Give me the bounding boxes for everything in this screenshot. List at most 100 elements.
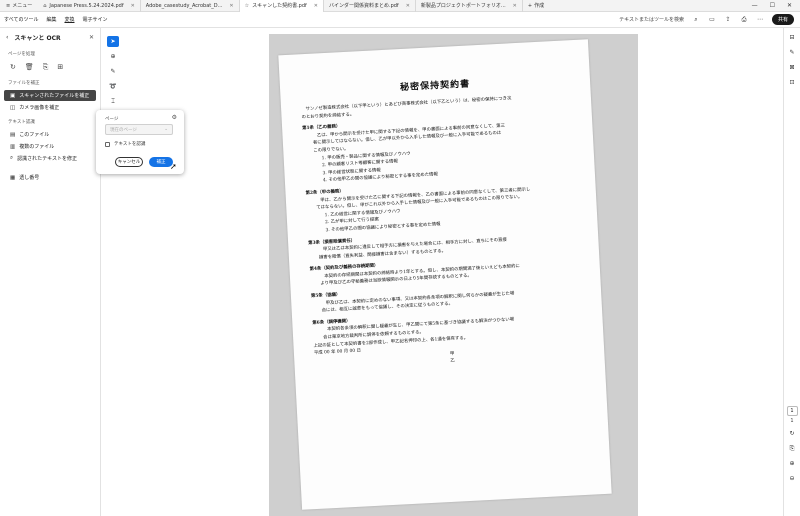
tab-binder[interactable]: バインダー関係資料まとめ.pdf ✕ — [324, 0, 416, 12]
share-button[interactable]: 共有 — [771, 14, 794, 25]
close-icon[interactable]: ✕ — [229, 3, 233, 9]
files-icon: ▥ — [10, 143, 16, 150]
extract-icon[interactable]: ⎘ — [43, 63, 49, 72]
save-icon[interactable]: ⎘ — [786, 443, 798, 454]
search-icon[interactable]: ⌕ — [692, 16, 700, 24]
menu-button[interactable]: ≡ メニュー — [0, 0, 38, 12]
page-background: 秘密保持契約書 サンノゼ製造株式会社（以下甲という）とあどび商事株式会社（以下乙… — [269, 34, 638, 516]
camera-icon: ◫ — [10, 104, 16, 111]
print-icon[interactable]: ⎙ — [740, 16, 748, 24]
chevron-down-icon: ⌄ — [164, 127, 168, 132]
select-pointer-icon[interactable]: ➤ — [107, 36, 119, 47]
fix-recognized-text-item[interactable]: ⌕ 認識されたテキストを修正 — [4, 153, 96, 164]
back-arrow-icon[interactable]: ‹ — [6, 34, 8, 41]
page-select[interactable]: 現在のページ ⌄ — [105, 124, 173, 135]
maximize-icon[interactable]: ☐ — [770, 2, 775, 9]
gear-icon[interactable]: ⚙ — [172, 114, 177, 121]
refresh-icon[interactable]: ↻ — [786, 428, 798, 439]
tab-label: 新製品プロジェクトポートフォリオ... — [420, 3, 506, 9]
panel-toggle-icon[interactable]: ⊟ — [786, 32, 798, 43]
document-canvas[interactable]: 秘密保持契約書 サンノゼ製造株式会社（以下甲という）とあどび商事株式会社（以下乙… — [121, 28, 783, 516]
comment-icon[interactable]: ✎ — [786, 47, 798, 58]
doc-body: サンノゼ製造株式会社（以下甲という）とあどび商事株式会社（以下乙という）は、秘密… — [301, 92, 591, 373]
scanned-paper: 秘密保持契約書 サンノゼ製造株式会社（以下甲という）とあどび商事株式会社（以下乙… — [278, 39, 612, 510]
tab-new-product[interactable]: 新製品プロジェクトポートフォリオ... ✕ — [416, 0, 523, 12]
section-title-page: ページを処理 — [8, 52, 35, 57]
tab-label: Adobe_casestudy_Acrobat_D... — [145, 2, 223, 9]
close-icon[interactable]: ✕ — [89, 34, 94, 41]
scan-icon: ▣ — [10, 92, 16, 99]
item-label: 複数のファイル — [19, 144, 55, 150]
page-select-value: 現在のページ — [110, 128, 137, 133]
document-icon: ▤ — [10, 131, 16, 138]
checkbox-box[interactable] — [105, 141, 110, 147]
bookmark-icon[interactable]: ⊠ — [786, 62, 798, 73]
tab-label: Japanese Press.5.24.2024.pdf — [49, 2, 124, 9]
scan-ocr-panel: ‹ スキャンと OCR ✕ ページを処理 ↻ 🗑 ⎘ ⊞ ファイルを補正 ▣ ス… — [0, 28, 101, 516]
menu-label: メニュー — [12, 3, 33, 9]
page-number-input[interactable]: 1 — [786, 406, 798, 416]
menu-right-group: テキストまたはツールを検索 ⌕ ▭ ⇪ ⎙ ⋯ 共有 — [619, 14, 800, 25]
zoom-out-icon[interactable]: ⊖ — [786, 473, 798, 484]
close-icon[interactable]: ✕ — [131, 3, 135, 9]
rotate-icon[interactable]: ↻ — [10, 63, 16, 72]
section-title-text: テキスト認識 — [8, 120, 35, 125]
watermark-item[interactable]: ▦ 透し番号 — [4, 172, 96, 183]
close-icon[interactable]: ✕ — [314, 3, 318, 9]
create-tab-button[interactable]: + 作成 — [523, 2, 549, 10]
page-total: 1 — [790, 418, 794, 424]
layers-icon[interactable]: ⊡ — [786, 77, 798, 88]
window-controls: — ☐ ✕ — [752, 2, 800, 9]
tab-bar: ≡ メニュー ⌂ Japanese Press.5.24.2024.pdf ✕ … — [0, 0, 800, 12]
tab-scanned-contract[interactable]: ☆ スキャンした契約書.pdf ✕ — [239, 0, 324, 12]
recognize-text-checkbox[interactable]: テキストを認識 — [105, 141, 145, 147]
tab-label: スキャンした契約書.pdf — [252, 3, 307, 9]
panel-header: ‹ スキャンと OCR ✕ — [0, 28, 100, 46]
close-icon[interactable]: ✕ — [406, 3, 410, 9]
text-search-icon: ⌕ — [10, 155, 14, 161]
house-icon: ⌂ — [43, 2, 47, 9]
insert-page-icon[interactable]: ⊞ — [57, 63, 63, 72]
tab-adobe-casestudy[interactable]: Adobe_casestudy_Acrobat_D... ✕ — [141, 0, 240, 12]
multiple-files-item[interactable]: ▥ 複数のファイル — [4, 141, 96, 152]
menu-esign[interactable]: 電子サイン — [78, 16, 111, 23]
text-select-icon[interactable]: ⌶ — [107, 96, 119, 107]
quick-tools-column: ➤ ⊕ ✎ ➰ ⌶ — [106, 36, 120, 110]
lasso-icon[interactable]: ➰ — [107, 81, 119, 92]
this-file-item[interactable]: ▤ このファイル — [4, 129, 96, 140]
close-window-icon[interactable]: ✕ — [787, 2, 792, 9]
item-label: スキャンされたファイルを補正 — [19, 93, 90, 99]
minimize-icon[interactable]: — — [752, 2, 758, 9]
enhance-camera-image-item[interactable]: ◫ カメラ画像を補正 — [4, 102, 96, 113]
stamp-icon: ▦ — [10, 174, 16, 181]
create-label: 作成 — [534, 3, 545, 9]
menu-convert[interactable]: 変換 — [60, 16, 78, 23]
item-label: このファイル — [19, 132, 50, 138]
more-icon[interactable]: ⋯ — [756, 16, 764, 24]
upload-icon[interactable]: ⇪ — [724, 16, 732, 24]
menu-edit[interactable]: 編集 — [42, 16, 60, 23]
zoom-icon[interactable]: ⊕ — [107, 51, 119, 62]
page-tools-row: ↻ 🗑 ⎘ ⊞ — [0, 60, 100, 75]
item-label: カメラ画像を補正 — [19, 105, 60, 111]
search-tools-input[interactable]: テキストまたはツールを検索 — [619, 16, 684, 23]
close-icon[interactable]: ✕ — [513, 3, 517, 9]
item-label: 認識されたテキストを修正 — [17, 156, 77, 162]
right-rail: ⊟ ✎ ⊠ ⊡ 1 1 ↻ ⎘ ⊕ ⊖ — [783, 28, 800, 516]
section-title-file: ファイルを補正 — [8, 81, 40, 86]
cancel-button[interactable]: キャンセル — [115, 157, 143, 167]
checkbox-label: テキストを認識 — [114, 142, 146, 147]
zoom-in-icon[interactable]: ⊕ — [786, 458, 798, 469]
mouse-cursor-icon: ➚ — [170, 162, 177, 171]
menu-all-tools[interactable]: すべてのツール — [0, 16, 42, 23]
tab-japanese-press[interactable]: ⌂ Japanese Press.5.24.2024.pdf ✕ — [38, 0, 141, 12]
pen-icon[interactable]: ✎ — [107, 66, 119, 77]
star-icon: ☆ — [244, 2, 250, 9]
item-label: 透し番号 — [19, 175, 40, 181]
enhance-scanned-file-item[interactable]: ▣ スキャンされたファイルを補正 — [4, 90, 96, 101]
comment-icon[interactable]: ▭ — [708, 16, 716, 24]
menu-bar: すべてのツール 編集 変換 電子サイン テキストまたはツールを検索 ⌕ ▭ ⇪ … — [0, 12, 800, 28]
delete-icon[interactable]: 🗑 — [25, 63, 34, 72]
plus-icon: + — [527, 2, 533, 9]
panel-title: スキャンと OCR — [14, 34, 61, 42]
